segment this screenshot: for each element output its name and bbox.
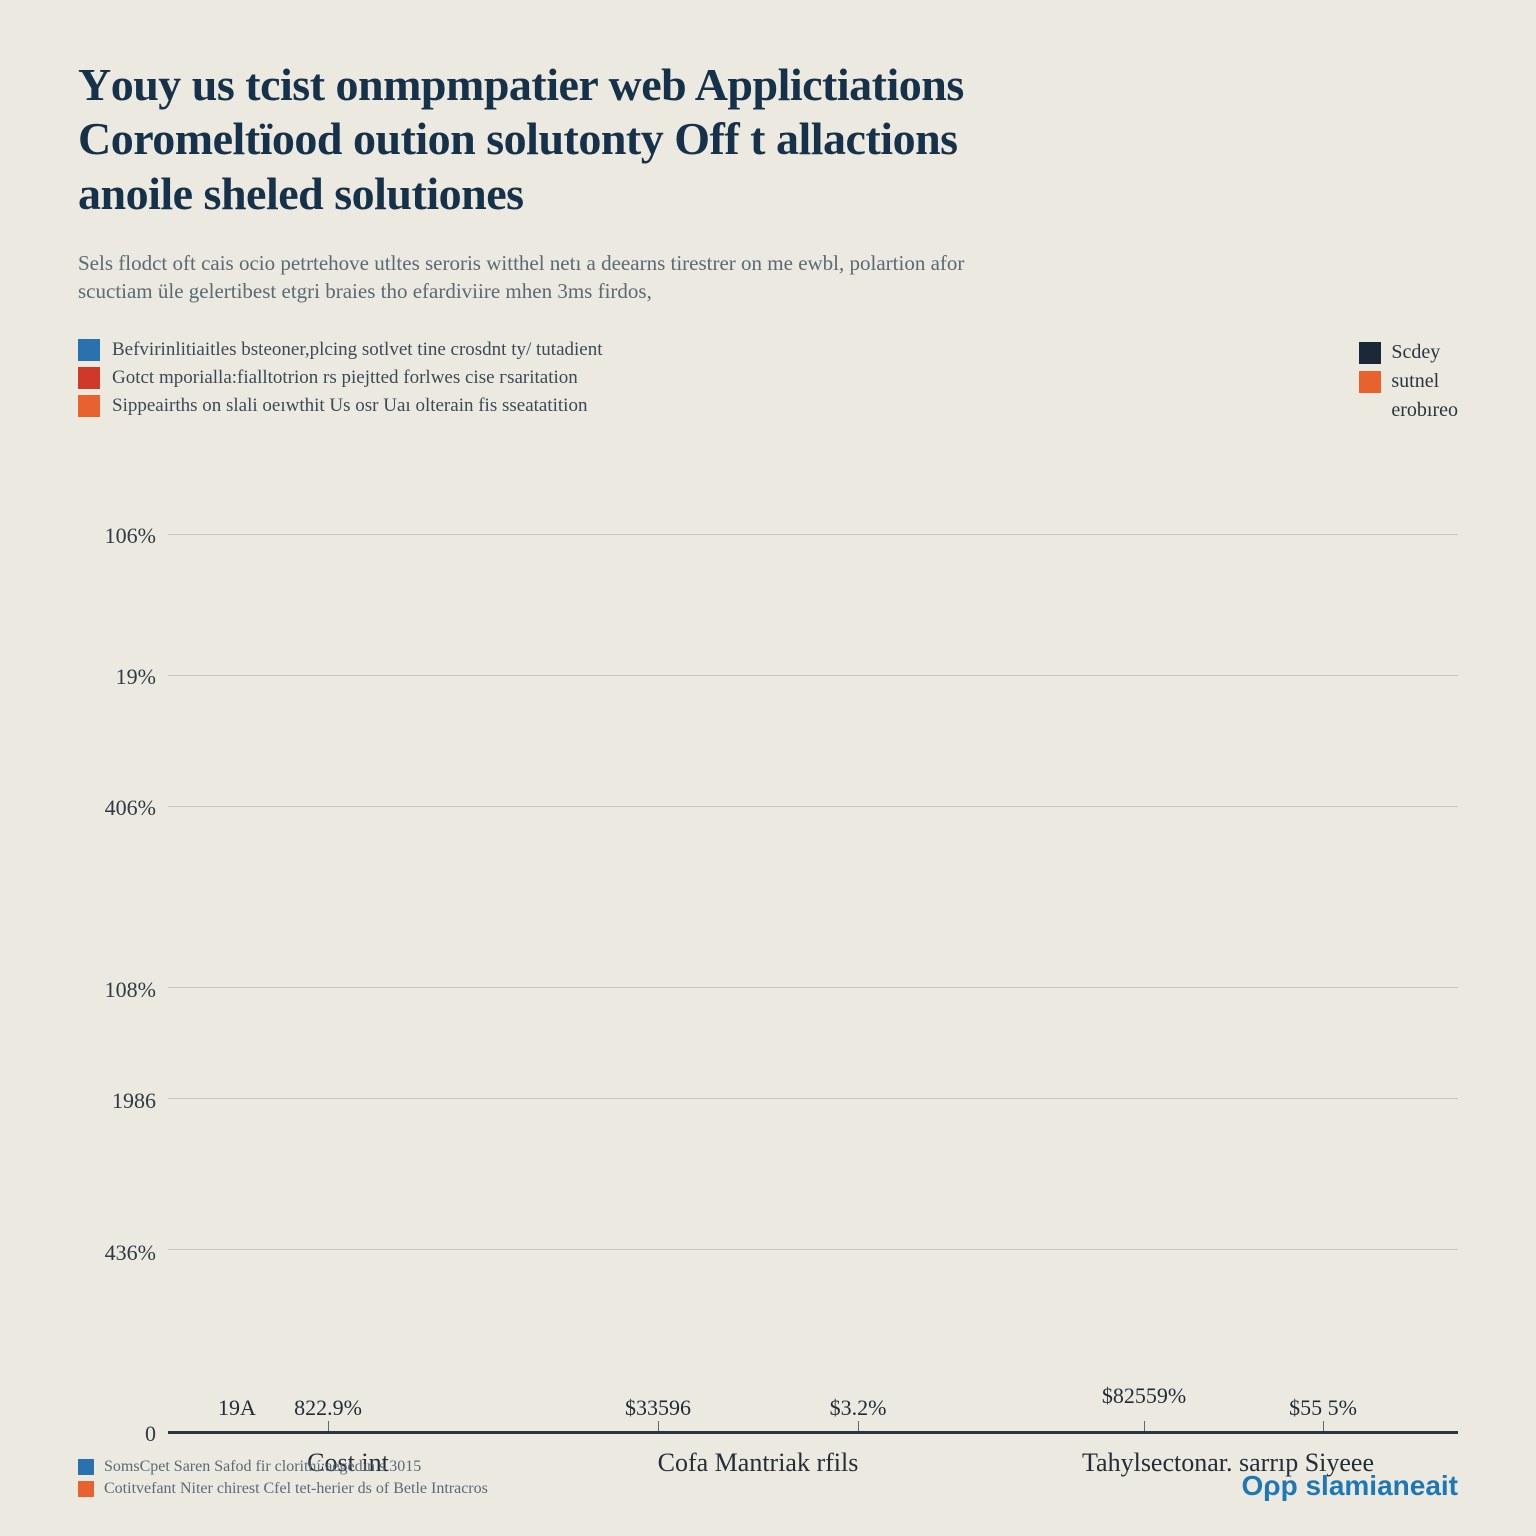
brand-logo: Oρp slamianeait	[1241, 1470, 1458, 1502]
y-tick: 19%	[116, 664, 156, 690]
data-label: 822.9%	[294, 1395, 362, 1421]
legend-label: Gotct mporialla:fialltotrion rs piejtted…	[112, 367, 578, 389]
data-label: $3.2%	[830, 1395, 887, 1421]
y-tick: 108%	[105, 977, 156, 1003]
legend-label: Befvirinlitiaitles bsteoner,plcing sotlv…	[112, 339, 603, 361]
legend-item: Sippeairths on slali oeıwthit Us osr Uaı…	[78, 395, 603, 417]
legend-swatch-icon	[78, 1481, 94, 1497]
chart-subtitle: Sels flodct oft cais ocio petrtehove utl…	[78, 249, 1398, 306]
data-label: 19A	[218, 1395, 256, 1421]
legend-item: Befvirinlitiaitles bsteoner,plcing sotlv…	[78, 339, 603, 361]
y-axis: 106% 19% 406% 108% 1986 436% 0	[78, 424, 168, 1434]
chart-plot: 106% 19% 406% 108% 1986 436% 0 19A 822.9…	[78, 424, 1458, 1434]
legend-label: erobıreo	[1391, 399, 1458, 422]
footer-source: SomsCpet Saren Safod fir clorithí:aegedi…	[78, 1458, 488, 1502]
legend-swatch-icon	[78, 367, 100, 389]
legend-swatch-icon	[78, 1459, 94, 1475]
footer-text: Cotitvefant Niter chirest Cfel tet-herie…	[104, 1480, 488, 1498]
legend-item: erobıreo	[1359, 399, 1458, 422]
y-tick: 0	[145, 1421, 156, 1447]
footer-item: SomsCpet Saren Safod fir clorithí:aegedi…	[78, 1458, 488, 1476]
y-tick: 436%	[105, 1240, 156, 1266]
legend-item: sutnel	[1359, 370, 1458, 393]
plot-area: 19A 822.9% $33596 $3.2%	[168, 424, 1458, 1434]
legend-swatch-icon	[78, 339, 100, 361]
data-label: $55 5%	[1289, 1395, 1357, 1421]
legend-item: Scdey	[1359, 341, 1458, 364]
y-tick: 1986	[112, 1088, 156, 1114]
legend-swatch-icon	[1359, 342, 1381, 364]
x-label: Cofa Mantriak rfils	[498, 1448, 1018, 1478]
y-tick: 406%	[105, 795, 156, 821]
legend-item: Gotct mporialla:fialltotrion rs piejtted…	[78, 367, 603, 389]
y-tick: 106%	[105, 523, 156, 549]
legend-right: Scdey sutnel erobıreo	[1359, 339, 1458, 422]
footer-item: Cotitvefant Niter chirest Cfel tet-herie…	[78, 1480, 488, 1498]
legend-swatch-icon	[78, 395, 100, 417]
data-label: $82559%	[1102, 1383, 1186, 1409]
legend-label: sutnel	[1391, 370, 1439, 393]
legend-top: Befvirinlitiaitles bsteoner,plcing sotlv…	[78, 339, 603, 417]
footer-text: SomsCpet Saren Safod fir clorithí:aegedi…	[104, 1458, 421, 1476]
legend-label: Scdey	[1391, 341, 1440, 364]
legend-swatch-icon	[1359, 371, 1381, 393]
legend-label: Sippeairths on slali oeıwthit Us osr Uaı…	[112, 395, 587, 417]
chart-title: Yοuy us tcist onmpmpatier web Applictiat…	[78, 58, 1398, 221]
data-label: $33596	[625, 1395, 691, 1421]
